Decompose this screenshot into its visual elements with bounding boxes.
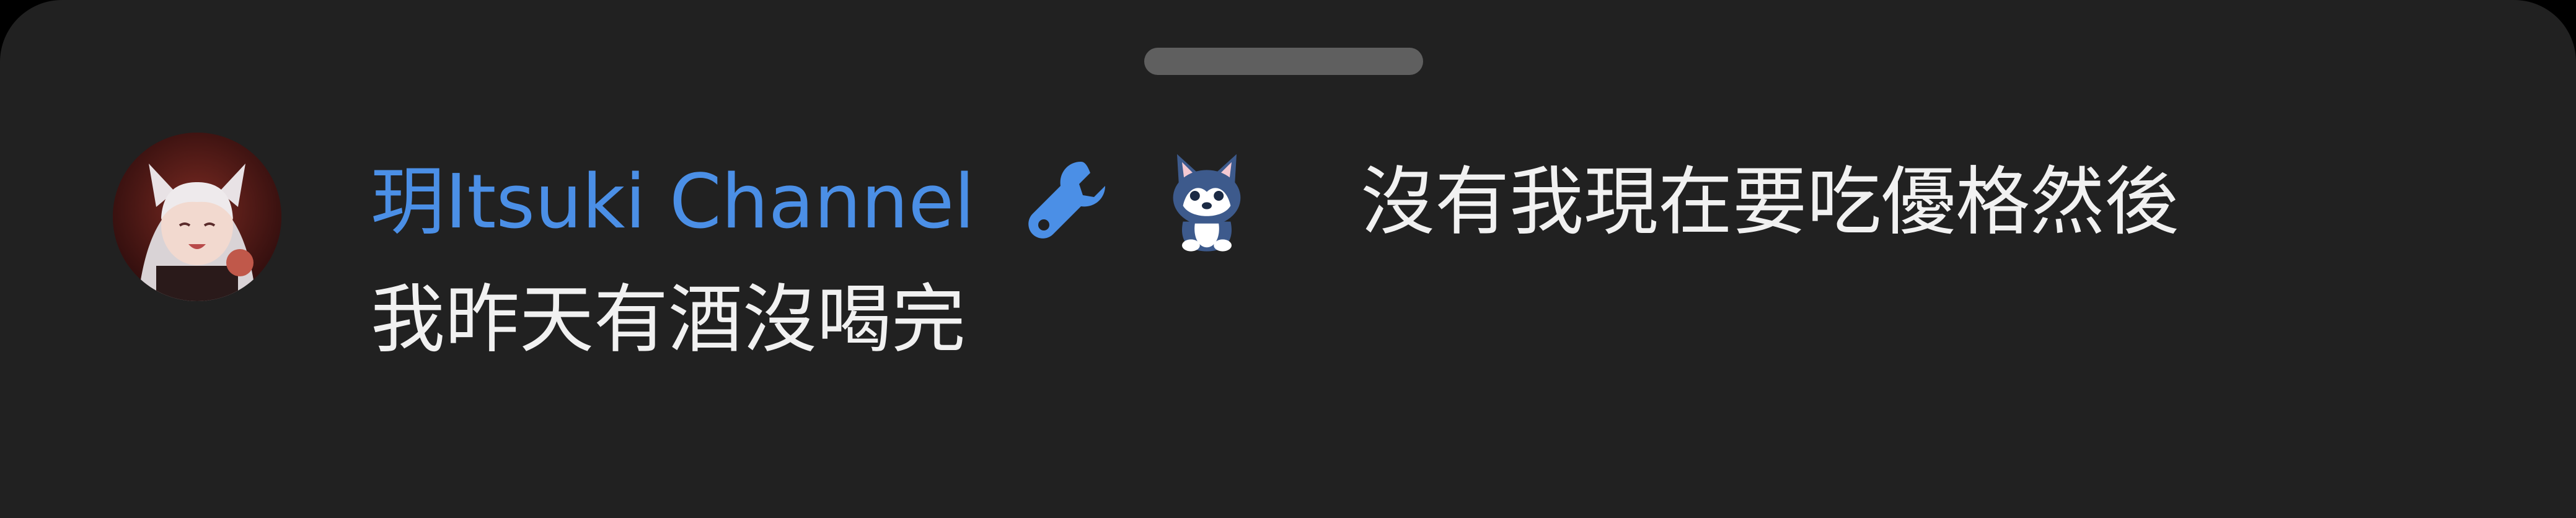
comment-text-line-1: 沒有我現在要吃優格然後 bbox=[1361, 159, 2179, 245]
drag-handle[interactable] bbox=[1144, 48, 1423, 75]
comment-line-2: 我昨天有酒沒喝完 bbox=[371, 261, 2509, 379]
author-name[interactable]: 玥Itsuki Channel bbox=[371, 159, 975, 245]
comment-text-line-2: 我昨天有酒沒喝完 bbox=[371, 277, 966, 363]
comment-sheet: 玥Itsuki Channel 沒有我現在要吃優格然後 我昨天有酒沒喝完 bbox=[0, 0, 2576, 518]
wrench-icon bbox=[1028, 162, 1105, 239]
comment-line-1: 玥Itsuki Channel 沒有我現在要吃優格然後 bbox=[371, 144, 2509, 261]
comment-body: 玥Itsuki Channel 沒有我現在要吃優格然後 我昨天有酒沒喝完 bbox=[371, 144, 2509, 379]
avatar[interactable] bbox=[113, 133, 281, 301]
husky-badge-icon bbox=[1173, 154, 1241, 252]
avatar-image bbox=[113, 133, 281, 301]
